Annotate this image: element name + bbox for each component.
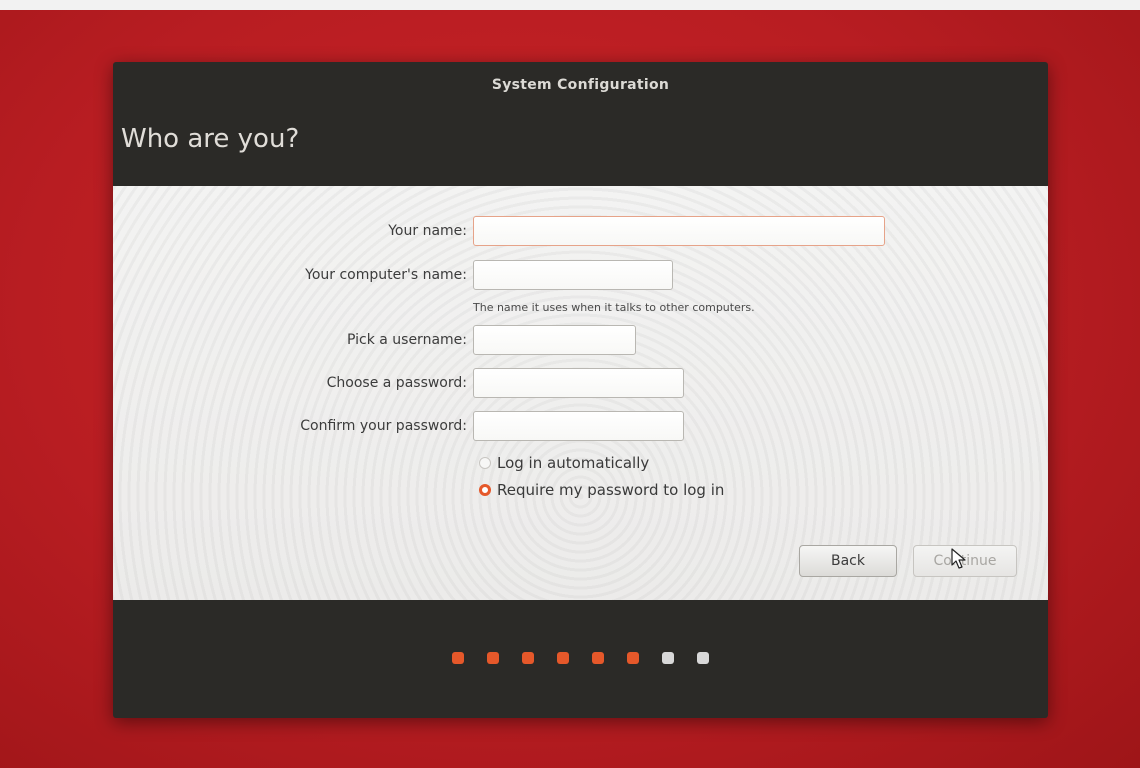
- confirm-password-label: Confirm your password:: [300, 418, 467, 434]
- page-title: Who are you?: [121, 124, 300, 154]
- row-confirm-password: Confirm your password:: [113, 411, 684, 441]
- radio-unchecked-icon[interactable]: [479, 457, 491, 469]
- progress-dot-complete: [452, 652, 464, 664]
- radio-label: Require my password to log in: [497, 481, 725, 499]
- window-title: System Configuration: [491, 77, 670, 93]
- password-field[interactable]: [473, 368, 684, 398]
- computer-name-field[interactable]: [473, 260, 673, 290]
- name-field[interactable]: [473, 216, 885, 246]
- progress-dot-complete: [487, 652, 499, 664]
- row-username: Pick a username:: [113, 325, 636, 355]
- row-computer-name: Your computer's name:: [113, 260, 673, 290]
- progress-dot-complete: [592, 652, 604, 664]
- screen-top-edge: [0, 0, 1140, 10]
- radio-require-password[interactable]: Require my password to log in: [479, 481, 724, 499]
- progress-dot-complete: [557, 652, 569, 664]
- back-button[interactable]: Back: [799, 545, 897, 577]
- progress-indicator: [113, 652, 1048, 668]
- progress-dot-pending: [697, 652, 709, 664]
- progress-dot-pending: [662, 652, 674, 664]
- name-label: Your name:: [388, 223, 467, 239]
- confirm-password-field[interactable]: [473, 411, 684, 441]
- radio-log-in-automatically[interactable]: Log in automatically: [479, 454, 649, 472]
- radio-checked-icon[interactable]: [479, 484, 491, 496]
- installer-window: System Configuration Who are you? Your n…: [113, 62, 1048, 718]
- radio-label: Log in automatically: [497, 454, 650, 472]
- computer-name-hint: The name it uses when it talks to other …: [473, 301, 755, 314]
- mouse-pointer-icon: [951, 548, 966, 569]
- progress-dot-complete: [627, 652, 639, 664]
- username-field[interactable]: [473, 325, 636, 355]
- username-label: Pick a username:: [346, 332, 467, 348]
- computer-name-label: Your computer's name:: [305, 267, 467, 283]
- password-label: Choose a password:: [326, 375, 467, 391]
- form-panel: Your name: Your computer's name: The nam…: [113, 186, 1048, 600]
- row-your-name: Your name:: [113, 216, 885, 246]
- row-password: Choose a password:: [113, 368, 684, 398]
- progress-dot-complete: [522, 652, 534, 664]
